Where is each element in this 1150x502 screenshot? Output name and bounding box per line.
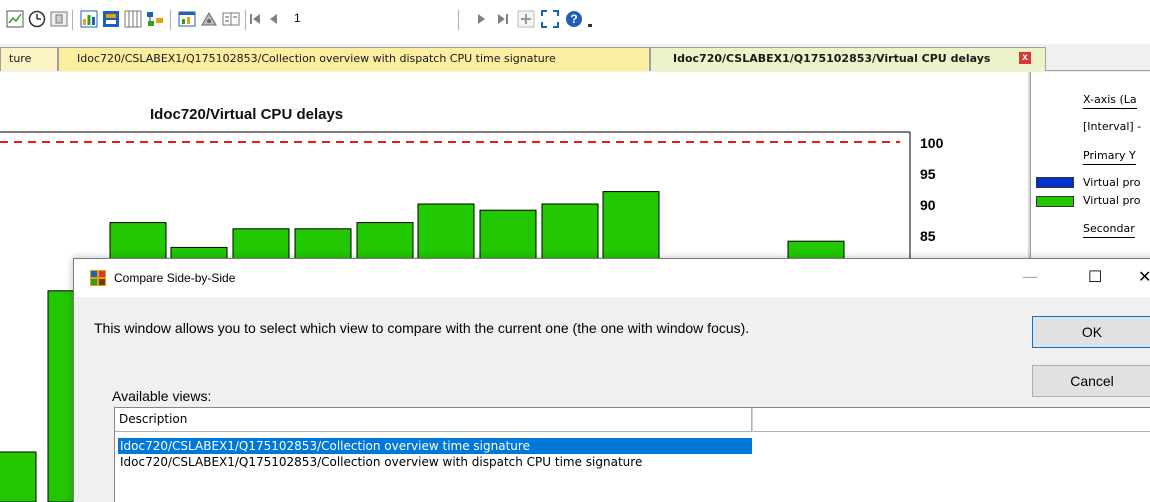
- page-number[interactable]: 1: [294, 11, 301, 25]
- last-page-icon[interactable]: [495, 10, 511, 28]
- app-icon: [90, 270, 106, 286]
- chart-title: Idoc720/Virtual CPU delays: [150, 106, 344, 123]
- add-icon[interactable]: [517, 10, 535, 28]
- chart-bar[interactable]: [0, 451, 37, 502]
- toolbar-separator: [170, 10, 171, 30]
- legend-series-label: Virtual pro: [1083, 176, 1141, 189]
- bar-chart-2-icon[interactable]: [102, 10, 120, 28]
- app-window: 1 ? ture Idoc720/CSLABEX1/Q175102853/Col…: [0, 0, 1150, 502]
- toolbar-separator: [458, 10, 459, 30]
- dropdown-icon[interactable]: [585, 10, 595, 28]
- cancel-button[interactable]: Cancel: [1032, 365, 1150, 397]
- dialog-message: This window allows you to select which v…: [94, 320, 750, 336]
- tab-close-button[interactable]: x: [1019, 52, 1031, 64]
- grid-icon[interactable]: [124, 10, 142, 28]
- help-icon[interactable]: ?: [565, 10, 583, 28]
- bar-chart-icon[interactable]: [80, 10, 98, 28]
- list-header: Description: [115, 408, 1150, 432]
- tab-virtual-cpu-delays[interactable]: Idoc720/CSLABEX1/Q175102853/Virtual CPU …: [650, 47, 1046, 71]
- compare-icon[interactable]: [222, 10, 240, 28]
- tab-collection-overview-dispatch[interactable]: Idoc720/CSLABEX1/Q175102853/Collection o…: [58, 47, 650, 71]
- line-chart-icon[interactable]: [6, 10, 24, 28]
- tab-partial[interactable]: ture: [0, 47, 58, 71]
- clock-icon[interactable]: [28, 10, 46, 28]
- y-tick-label: 90: [920, 197, 936, 213]
- column-header-empty[interactable]: [752, 408, 1150, 432]
- tab-label: ture: [9, 52, 32, 65]
- toolbar: 1 ?: [0, 0, 1150, 44]
- compare-dialog: Compare Side-by-Side — ☐ ✕ This window a…: [73, 258, 1150, 502]
- y-tick-label: 85: [920, 228, 936, 244]
- y-tick-label: 100: [920, 135, 944, 151]
- prev-page-icon[interactable]: [266, 10, 280, 28]
- maximize-button[interactable]: ☐: [1088, 267, 1102, 286]
- legend-xaxis-label: X-axis (La: [1083, 93, 1137, 109]
- list-item[interactable]: Idoc720/CSLABEX1/Q175102853/Collection o…: [118, 438, 752, 454]
- tab-bar: ture Idoc720/CSLABEX1/Q175102853/Collect…: [0, 44, 1150, 71]
- chart-window-icon[interactable]: [178, 10, 196, 28]
- legend-secondary-label: Secondar: [1083, 222, 1135, 238]
- toolbar-separator: [245, 10, 246, 30]
- panel-icon[interactable]: [50, 10, 68, 28]
- first-page-icon[interactable]: [248, 10, 262, 28]
- close-icon: x: [1022, 52, 1028, 63]
- dialog-titlebar[interactable]: Compare Side-by-Side — ☐ ✕: [74, 259, 1150, 297]
- next-page-icon[interactable]: [475, 10, 489, 28]
- legend-series-label: Virtual pro: [1083, 194, 1141, 207]
- tools-icon[interactable]: [200, 10, 218, 28]
- legend-primary-label: Primary Y: [1083, 149, 1136, 165]
- column-header-description[interactable]: Description: [115, 408, 752, 432]
- dialog-title: Compare Side-by-Side: [114, 271, 236, 285]
- fullscreen-icon[interactable]: [541, 10, 559, 28]
- list-item[interactable]: Idoc720/CSLABEX1/Q175102853/Collection o…: [118, 454, 642, 470]
- minimize-button[interactable]: —: [1022, 267, 1038, 286]
- flowchart-icon[interactable]: [146, 10, 164, 28]
- toolbar-separator: [72, 10, 73, 30]
- ok-button[interactable]: OK: [1032, 316, 1150, 348]
- tab-label: Idoc720/CSLABEX1/Q175102853/Collection o…: [77, 52, 556, 65]
- y-tick-label: 95: [920, 166, 936, 182]
- close-button[interactable]: ✕: [1138, 267, 1150, 286]
- legend-swatch-blue: [1036, 177, 1074, 188]
- legend-interval-label: [Interval] -: [1083, 120, 1142, 133]
- views-list[interactable]: Description Idoc720/CSLABEX1/Q175102853/…: [114, 407, 1150, 502]
- legend-swatch-green: [1036, 196, 1074, 207]
- available-views-label: Available views:: [112, 388, 212, 404]
- tab-label: Idoc720/CSLABEX1/Q175102853/Virtual CPU …: [673, 52, 991, 65]
- svg-text:?: ?: [570, 12, 577, 26]
